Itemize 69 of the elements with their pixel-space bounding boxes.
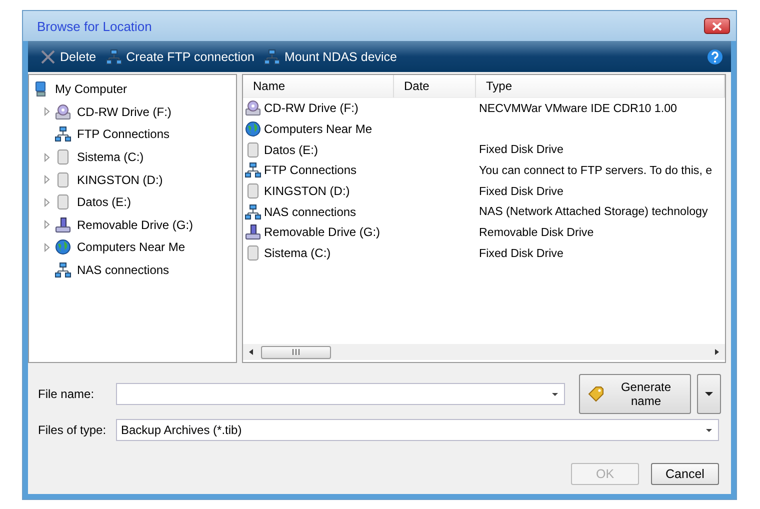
window-title: Browse for Location bbox=[37, 18, 152, 34]
table-cell-text: NECVMWar VMware IDE CDR10 1.00 bbox=[478, 102, 678, 115]
scroll-left-icon[interactable] bbox=[247, 348, 255, 356]
table-cell[interactable]: Sistema (C:) bbox=[243, 245, 394, 262]
globe-icon bbox=[245, 121, 261, 138]
horizontal-scrollbar[interactable] bbox=[243, 344, 725, 360]
field-label: Files of type: bbox=[38, 423, 108, 437]
table-cell-text: Fixed Disk Drive bbox=[478, 246, 564, 260]
file-name-field[interactable] bbox=[116, 383, 565, 405]
caret-icon bbox=[704, 427, 714, 433]
expand-arrow-icon[interactable] bbox=[43, 242, 51, 252]
network-icon bbox=[264, 48, 280, 64]
tree-item[interactable]: My Computer bbox=[33, 81, 128, 98]
caret-icon bbox=[550, 391, 560, 397]
table-cell-text: Fixed Disk Drive bbox=[478, 143, 564, 156]
toolbar-button[interactable]: Delete bbox=[40, 48, 96, 64]
tree-item[interactable]: KINGSTON (D:) bbox=[55, 172, 163, 188]
scroll-right-icon[interactable] bbox=[713, 348, 721, 356]
table-cell-text: You can connect to FTP servers. To do this, e bbox=[478, 164, 714, 177]
network-icon bbox=[245, 162, 261, 178]
tree-item[interactable]: Sistema (C:) bbox=[55, 149, 144, 166]
file-type-dropdown[interactable]: Backup Archives (*.tib) bbox=[116, 419, 719, 441]
column-header[interactable]: Name bbox=[243, 75, 394, 98]
table-cell[interactable]: Computers Near Me bbox=[243, 121, 394, 138]
scrollbar-thumb[interactable] bbox=[261, 346, 331, 358]
help-icon[interactable] bbox=[707, 48, 723, 64]
globe-icon bbox=[55, 239, 71, 256]
dialog-button[interactable]: Cancel bbox=[651, 463, 719, 485]
generate-name-button[interactable]: Generate name bbox=[579, 374, 691, 414]
expand-arrow-icon[interactable] bbox=[43, 175, 51, 184]
table-cell[interactable]: FTP Connections bbox=[243, 162, 394, 178]
table-cell[interactable]: CD-RW Drive (F:) bbox=[243, 100, 394, 116]
expand-arrow-icon[interactable] bbox=[43, 107, 51, 116]
drive-icon bbox=[55, 104, 71, 120]
expand-arrow-icon[interactable] bbox=[43, 220, 51, 230]
network-icon bbox=[55, 262, 71, 278]
tree-item[interactable]: Computers Near Me bbox=[55, 239, 186, 256]
table-cell-text: Removable Disk Drive bbox=[478, 226, 595, 239]
tree-item[interactable]: FTP Connections bbox=[55, 126, 170, 142]
table-cell[interactable]: Removable Drive (G:) bbox=[243, 224, 394, 240]
expand-arrow-icon[interactable] bbox=[43, 198, 51, 207]
close-icon bbox=[712, 22, 722, 30]
close-button[interactable] bbox=[704, 18, 730, 34]
toolbar-button[interactable]: Create FTP connection bbox=[106, 48, 254, 64]
table-cell[interactable]: Datos (E:) bbox=[243, 142, 394, 158]
caret-icon bbox=[704, 391, 714, 397]
network-icon bbox=[55, 126, 71, 142]
column-header[interactable]: Date bbox=[394, 75, 476, 98]
tree-item[interactable]: CD-RW Drive (F:) bbox=[55, 104, 172, 120]
column-header[interactable]: Type bbox=[476, 75, 725, 98]
table-cell[interactable]: KINGSTON (D:) bbox=[243, 183, 394, 200]
delete-icon bbox=[40, 48, 56, 64]
drive-icon bbox=[245, 100, 261, 116]
drive-icon bbox=[245, 224, 261, 240]
drive-icon bbox=[55, 216, 71, 233]
table-cell[interactable]: NAS connections bbox=[243, 204, 394, 220]
tree-item[interactable]: Datos (E:) bbox=[55, 194, 132, 210]
tree-item[interactable]: NAS connections bbox=[55, 262, 170, 278]
tag-icon bbox=[588, 386, 604, 402]
network-icon bbox=[245, 204, 261, 220]
field-label: File name: bbox=[38, 387, 96, 401]
table-cell-text: Fixed Disk Drive bbox=[478, 184, 564, 198]
dropdown-button[interactable] bbox=[697, 374, 721, 414]
network-icon bbox=[106, 48, 122, 64]
table-cell-text: NAS (Network Attached Storage) technology bbox=[478, 205, 709, 218]
tree-item[interactable]: Removable Drive (G:) bbox=[55, 216, 194, 233]
toolbar-button[interactable]: Mount NDAS device bbox=[264, 48, 398, 64]
expand-arrow-icon[interactable] bbox=[43, 152, 51, 162]
grip-icon bbox=[292, 349, 300, 355]
